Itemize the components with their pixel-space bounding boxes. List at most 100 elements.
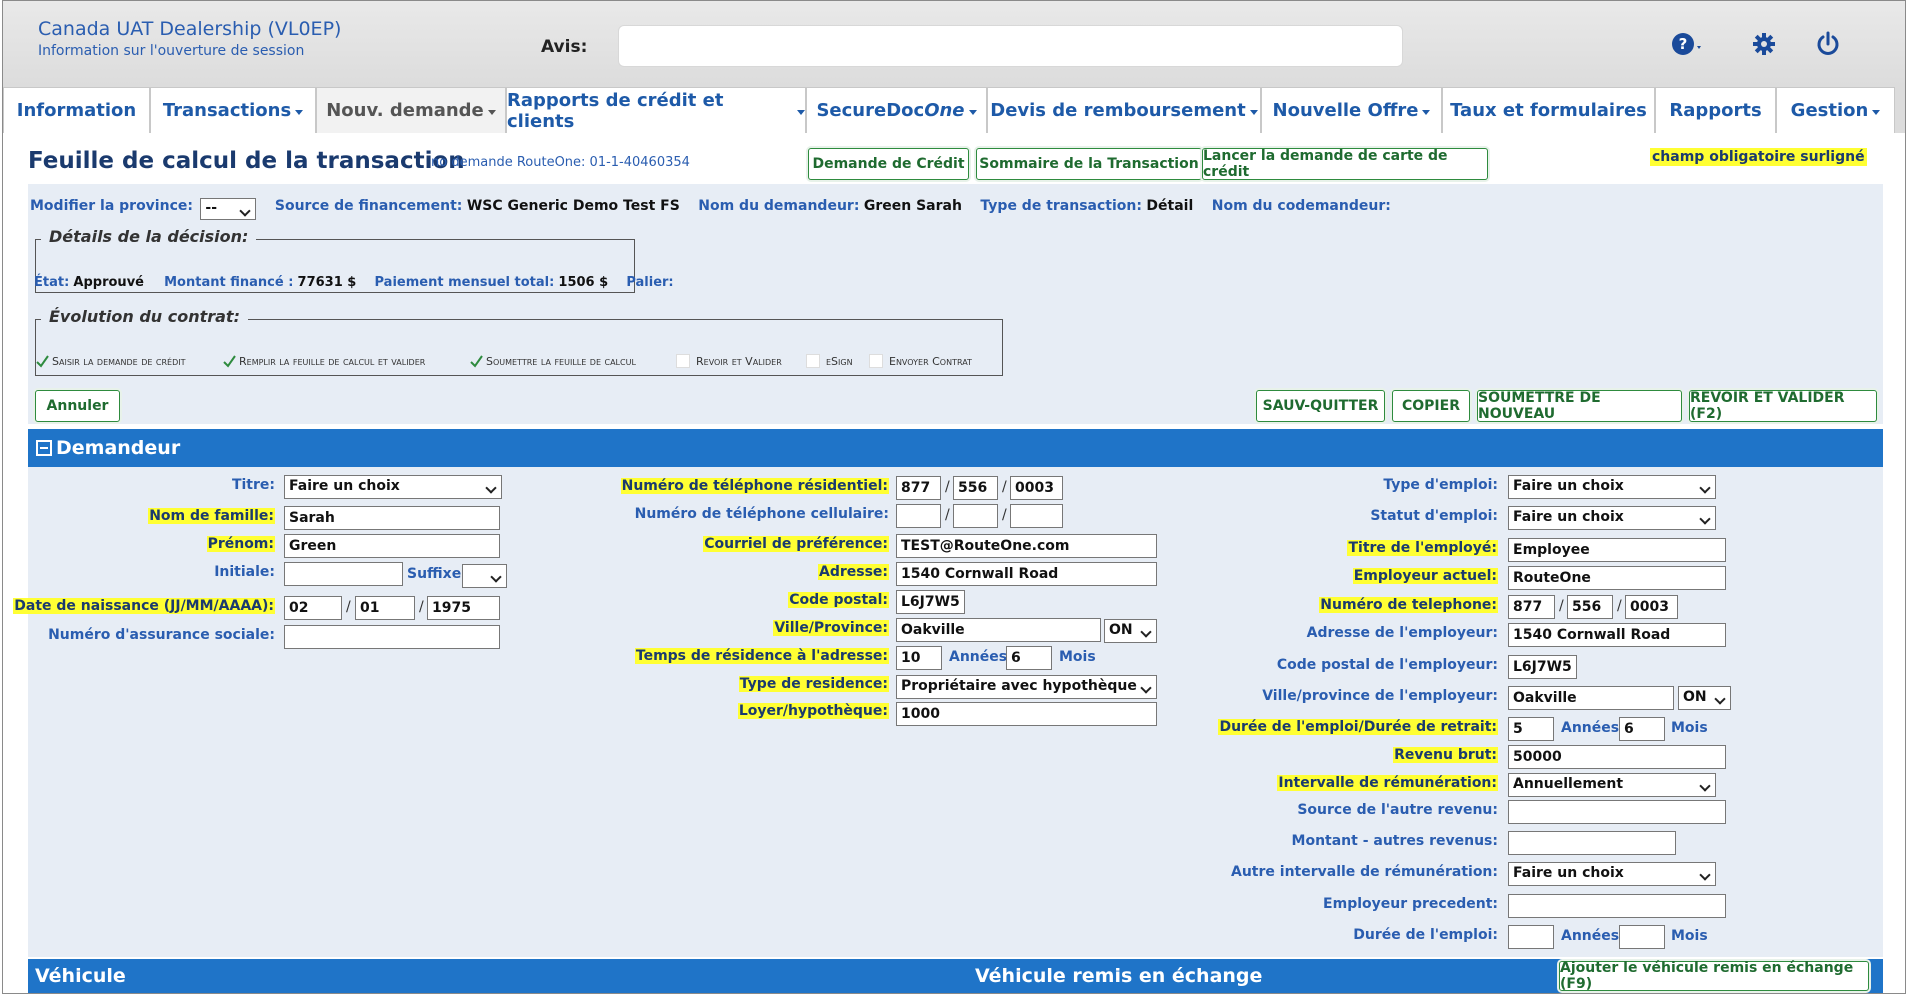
avis-box [618, 25, 1403, 67]
contract-legend: Évolution du contrat: [41, 307, 248, 326]
tab-devis[interactable]: Devis de remboursement [987, 87, 1261, 133]
tab-rapports-credit[interactable]: Rapports de crédit et clients [506, 87, 806, 133]
revenu-label: Revenu brut: [1393, 747, 1498, 763]
contract-step-3: Soumettre la feuille de calcul [470, 355, 636, 368]
nas-input[interactable] [284, 625, 500, 649]
ville-input[interactable]: Oakville [896, 618, 1101, 642]
emp-prec-input[interactable] [1508, 894, 1726, 918]
nom-input[interactable]: Sarah [284, 506, 500, 530]
svg-text:?: ? [1679, 35, 1688, 53]
tel-emp-line-input[interactable]: 0003 [1625, 595, 1678, 619]
montant-autre-input[interactable] [1508, 831, 1676, 855]
source-label: Source de financement: [274, 198, 463, 214]
statut-select[interactable]: Faire un choix [1508, 506, 1716, 530]
help-icon[interactable]: ? [1671, 27, 1705, 61]
tab-rapports[interactable]: Rapports [1655, 87, 1776, 133]
montant-value: 77631 $ [297, 275, 357, 290]
revenu-input[interactable]: 50000 [1508, 745, 1726, 769]
source-autre-input[interactable] [1508, 800, 1726, 824]
session-info-link[interactable]: Information sur l'ouverture de session [38, 43, 304, 59]
demandeur-section-header[interactable]: Demandeur [28, 429, 1883, 467]
temps-annees-input[interactable]: 10 [896, 646, 942, 670]
type-emploi-select[interactable]: Faire un choix [1508, 475, 1716, 499]
contract-step-6: Envoyer Contrat [869, 354, 972, 368]
ville-emp-input[interactable]: Oakville [1508, 686, 1674, 710]
tel-res-prefix-input[interactable]: 556 [953, 476, 998, 500]
chevron-down-icon [1422, 109, 1431, 115]
province-select[interactable]: -- [200, 198, 257, 220]
tel-cell-label: Numéro de téléphone cellulaire: [634, 506, 889, 522]
cp-emp-input[interactable]: L6J7W5 [1508, 655, 1577, 679]
tab-transactions[interactable]: Transactions [150, 87, 316, 133]
unchecked-box-icon [869, 354, 883, 368]
cp-label: Code postal: [788, 592, 889, 608]
tel-emp-prefix-input[interactable]: 556 [1567, 595, 1613, 619]
transaction-type-label: Type de transaction: [980, 198, 1142, 214]
decision-legend: Détails de la décision: [41, 227, 257, 246]
province-select-residence[interactable]: ON [1104, 619, 1157, 643]
copy-button[interactable]: COPIER [1392, 390, 1470, 422]
applicant-value: Green Sarah [863, 198, 962, 214]
duree-mois-input[interactable]: 6 [1619, 717, 1665, 741]
adr-emp-input[interactable]: 1540 Cornwall Road [1508, 623, 1726, 647]
credit-card-request-button[interactable]: Lancer la demande de carte de crédit [1202, 148, 1488, 180]
tab-gestion[interactable]: Gestion [1776, 87, 1895, 133]
temps-mois-input[interactable]: 6 [1006, 646, 1052, 670]
chevron-down-icon [1872, 109, 1881, 115]
autre-int-select[interactable]: Faire un choix [1508, 862, 1716, 886]
tel-res-label: Numéro de téléphone résidentiel: [620, 478, 889, 494]
paiement-value: 1506 $ [558, 275, 609, 290]
collapse-icon[interactable] [36, 440, 52, 456]
checkmark-icon [223, 355, 236, 368]
tel-emp-label: Numéro de telephone: [1319, 597, 1498, 613]
tab-taux-formulaires[interactable]: Taux et formulaires [1442, 87, 1655, 133]
coapplicant-label: Nom du codemandeur: [1211, 198, 1391, 214]
tab-information[interactable]: Information [3, 87, 150, 133]
prenom-input[interactable]: Green [284, 534, 500, 558]
dealership-name[interactable]: Canada UAT Dealership (VL0EP) [38, 18, 341, 40]
tab-securedoc[interactable]: SecureDoc One [806, 87, 987, 133]
statut-label: Statut d'emploi: [1370, 508, 1498, 524]
annees-label: Années [949, 649, 1008, 665]
tel-cell-line-input[interactable] [1010, 504, 1063, 528]
tel-emp-area-input[interactable]: 877 [1508, 595, 1555, 619]
save-quit-button[interactable]: SAUV-QUITTER [1256, 390, 1385, 422]
trade-in-title: Véhicule remis en échange [975, 965, 1263, 987]
dob-day-input[interactable]: 02 [284, 596, 342, 620]
dob-month-input[interactable]: 01 [355, 596, 415, 620]
duree-annees-input[interactable]: 5 [1508, 717, 1554, 741]
tel-res-line-input[interactable]: 0003 [1010, 476, 1063, 500]
tab-nouv-demande[interactable]: Nouv. demande [316, 87, 506, 133]
adresse-input[interactable]: 1540 Cornwall Road [896, 562, 1157, 586]
review-validate-button[interactable]: REVOIR ET VALIDER (F2) [1689, 390, 1877, 422]
tel-cell-area-input[interactable] [896, 504, 941, 528]
duree-emp-mois-input[interactable] [1619, 925, 1665, 949]
province-select-employer[interactable]: ON [1678, 686, 1731, 710]
titre-select[interactable]: Faire un choix [284, 475, 502, 499]
cancel-button[interactable]: Annuler [35, 390, 120, 422]
intervalle-select[interactable]: Annuellement [1508, 773, 1716, 797]
credit-request-button[interactable]: Demande de Crédit [808, 148, 969, 180]
prenom-label: Prénom: [206, 536, 275, 552]
courriel-input[interactable]: TEST@RouteOne.com [896, 534, 1157, 558]
dob-year-input[interactable]: 1975 [427, 596, 500, 620]
tab-nouvelle-offre[interactable]: Nouvelle Offre [1261, 87, 1442, 133]
cp-input[interactable]: L6J7W5 [896, 590, 965, 614]
type-res-select[interactable]: Propriétaire avec hypothèque [896, 675, 1157, 699]
employeur-input[interactable]: RouteOne [1508, 566, 1726, 590]
intervalle-label: Intervalle de rémunération: [1277, 775, 1498, 791]
tel-cell-prefix-input[interactable] [953, 504, 998, 528]
titre-emp-input[interactable]: Employee [1508, 538, 1726, 562]
transaction-summary-button[interactable]: Sommaire de la Transaction [976, 148, 1202, 180]
add-trade-in-button[interactable]: Ajouter le véhicule remis en échange (F9… [1559, 960, 1869, 992]
duree-emp-annees-input[interactable] [1508, 925, 1554, 949]
loyer-input[interactable]: 1000 [896, 702, 1157, 726]
gear-icon[interactable] [1747, 27, 1781, 61]
power-icon[interactable] [1811, 27, 1845, 61]
initiale-input[interactable] [284, 562, 403, 586]
page-title: Feuille de calcul de la transaction [28, 148, 465, 174]
resubmit-button[interactable]: SOUMETTRE DE NOUVEAU [1477, 390, 1682, 422]
tel-res-area-input[interactable]: 877 [896, 476, 941, 500]
suffixe-select[interactable] [462, 564, 507, 588]
mois-label-2: Mois [1671, 720, 1708, 736]
